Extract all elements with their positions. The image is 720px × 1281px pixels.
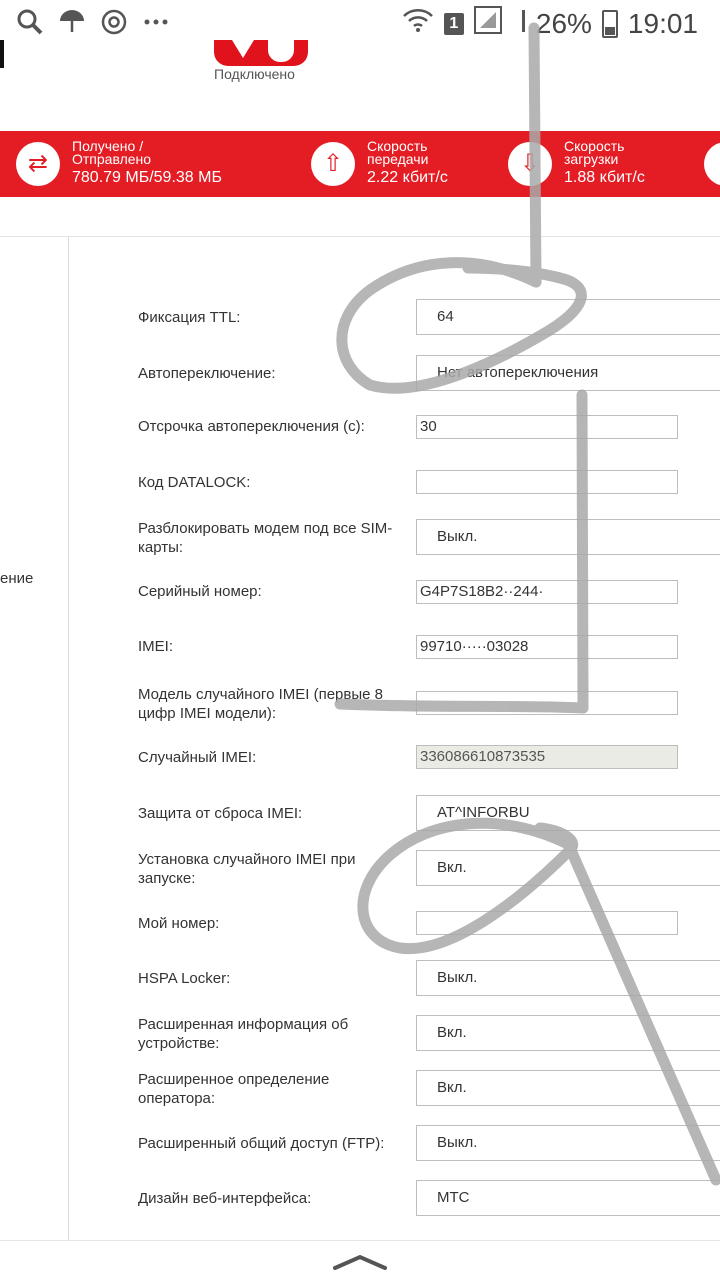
setting-label: HSPA Locker: xyxy=(138,970,231,987)
clock: 19:01 xyxy=(627,7,698,39)
setting-label: Защита от сброса IMEI: xyxy=(138,805,303,822)
download-arrow-icon: ⇩ xyxy=(508,142,552,186)
sim-unlock-select[interactable]: Выкл. xyxy=(416,519,720,555)
wifi-icon xyxy=(402,7,434,40)
setting-label: Мой номер: xyxy=(138,915,220,932)
chevron-up-icon[interactable] xyxy=(331,1252,389,1272)
extended-operator-select[interactable]: Вкл. xyxy=(416,1070,720,1106)
random-imei-input: 336086610873535 xyxy=(416,745,678,769)
status-bar: 1 26% 19:01 xyxy=(0,0,720,48)
setting-label: Отсрочка автопереключения (с): xyxy=(138,418,365,435)
random-imei-startup-select[interactable]: Вкл. xyxy=(416,850,720,886)
hspa-locker-select[interactable]: Выкл. xyxy=(416,960,720,996)
stat-label: передачи xyxy=(367,151,429,167)
setting-label: Дизайн веб-интерфейса: xyxy=(138,1190,312,1207)
stat-value: 780.79 МБ/59.38 МБ xyxy=(72,169,222,186)
serial-input[interactable]: G4P7S18B2··244· xyxy=(416,580,678,604)
stat-value: 1.88 кбит/с xyxy=(564,169,645,186)
umbrella-icon xyxy=(58,8,86,43)
setting-label: Фиксация TTL: xyxy=(138,309,241,326)
logo-dot-icon xyxy=(268,40,294,62)
setting-label: Код DATALOCK: xyxy=(138,474,251,491)
extended-device-info-select[interactable]: Вкл. xyxy=(416,1015,720,1051)
imei-input[interactable]: 99710·····03028 xyxy=(416,635,678,659)
setting-label: Установка случайного IMEI при запуске: xyxy=(138,851,356,887)
menu-edge[interactable] xyxy=(0,40,4,68)
signal-bars-icon xyxy=(512,6,526,41)
connection-status: Подключено xyxy=(214,66,295,82)
ttl-select[interactable]: 64 xyxy=(416,299,720,335)
at-icon xyxy=(100,8,128,43)
setting-label: Расширенная информация об устройстве: xyxy=(138,1016,349,1052)
setting-label: Серийный номер: xyxy=(138,583,262,600)
setting-label: Разблокировать модем под все SIM-карты: xyxy=(138,520,393,556)
random-imei-model-input[interactable] xyxy=(416,691,678,715)
sidebar-divider xyxy=(68,237,69,1247)
setting-label: Расширенное определение оператора: xyxy=(138,1071,330,1107)
next-stat-icon xyxy=(704,142,720,186)
sidebar-item-settings[interactable]: ение xyxy=(0,570,33,587)
setting-label: Модель случайного IMEI (первые 8 цифр IM… xyxy=(138,686,383,722)
setting-label: Расширенный общий доступ (FTP): xyxy=(138,1135,385,1152)
sim-badge: 1 xyxy=(443,12,464,35)
stat-label: загрузки xyxy=(564,151,619,167)
stat-value: 2.22 кбит/с xyxy=(367,169,448,186)
datalock-input[interactable] xyxy=(416,470,678,494)
battery-percent: 26% xyxy=(535,7,592,39)
setting-label: IMEI: xyxy=(138,638,174,655)
more-icon xyxy=(142,8,170,43)
autoswitch-select[interactable]: Нет автопереключения xyxy=(416,355,720,391)
divider xyxy=(0,236,720,237)
web-design-select[interactable]: МТС xyxy=(416,1180,720,1216)
stat-label: Отправлено xyxy=(72,151,152,167)
ftp-select[interactable]: Выкл. xyxy=(416,1125,720,1161)
setting-label: Автопереключение: xyxy=(138,365,276,382)
stats-bar: ⇄ Получено / Отправлено 780.79 МБ/59.38 М… xyxy=(0,131,720,197)
upload-arrow-icon: ⇧ xyxy=(311,142,355,186)
my-number-input[interactable] xyxy=(416,911,678,935)
battery-icon xyxy=(601,9,618,38)
imei-reset-protection-select[interactable]: AT^INFORBU xyxy=(416,795,720,831)
signal-icon xyxy=(473,6,502,41)
setting-label: Случайный IMEI: xyxy=(138,749,257,766)
swap-arrows-icon: ⇄ xyxy=(16,142,60,186)
search-icon xyxy=(16,8,44,43)
autoswitch-delay-input[interactable]: 30 xyxy=(416,415,678,439)
